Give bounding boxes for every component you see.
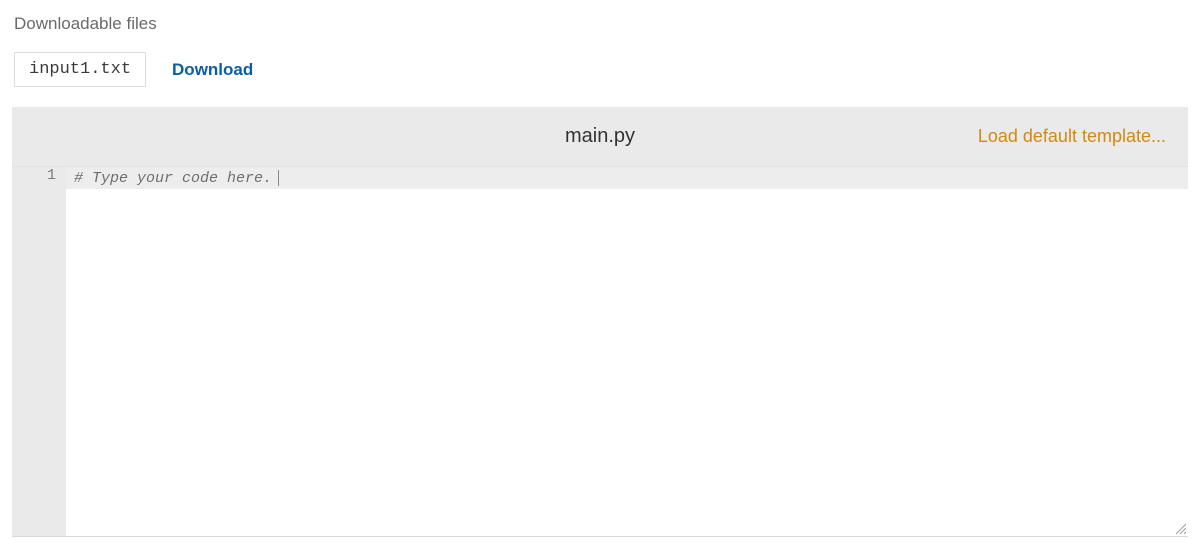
- code-editor: main.py Load default template... 1 # Typ…: [12, 107, 1188, 537]
- line-number-gutter: [12, 167, 66, 536]
- editor-filename: main.py: [565, 125, 635, 148]
- download-filename-chip: input1.txt: [14, 52, 146, 87]
- downloads-section: Downloadable files input1.txt Download: [0, 0, 1200, 107]
- download-link[interactable]: Download: [172, 60, 253, 80]
- code-line[interactable]: # Type your code here.: [66, 167, 1188, 189]
- code-content[interactable]: 1 # Type your code here.: [66, 167, 1188, 536]
- line-number: 1: [12, 167, 66, 189]
- text-cursor: [278, 170, 279, 186]
- load-default-template-link[interactable]: Load default template...: [978, 126, 1166, 147]
- code-comment-text: # Type your code here.: [66, 170, 272, 187]
- downloads-row: input1.txt Download: [14, 52, 1186, 87]
- downloads-title: Downloadable files: [14, 14, 1186, 34]
- editor-header: main.py Load default template...: [12, 107, 1188, 167]
- resize-handle-icon[interactable]: [1174, 522, 1186, 534]
- code-area[interactable]: 1 # Type your code here.: [12, 167, 1188, 537]
